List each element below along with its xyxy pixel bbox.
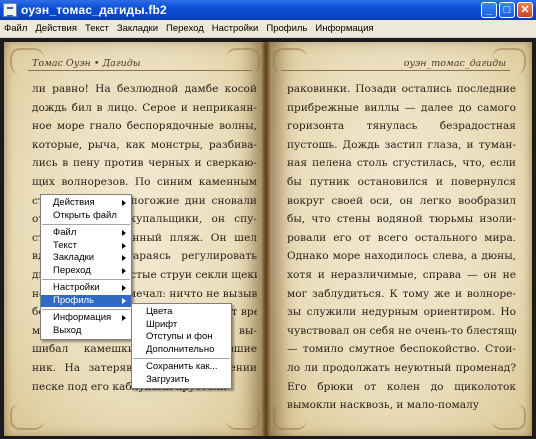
context-menu-item[interactable]: Открыть файл (41, 210, 131, 223)
context-menu-item[interactable]: Выход (41, 325, 131, 338)
context-menu-item[interactable]: Переход (41, 265, 131, 278)
submenu-arrow-icon (122, 315, 126, 321)
menu-text[interactable]: Текст (81, 23, 113, 34)
submenu-arrow-icon (122, 200, 126, 206)
text-line: которые, рыча, как монстры, разбива- (32, 138, 257, 151)
context-menu-item[interactable]: Закладки (41, 252, 131, 265)
corner-ornament (10, 404, 44, 430)
context-menu-item[interactable]: Профиль (41, 294, 131, 307)
text-line: ли равно! На безлюдной дамбе косой (32, 83, 257, 95)
window-controls: _ □ ✕ (481, 2, 533, 18)
menu-item-label: Настройки (53, 282, 100, 293)
menu-bar: Файл Действия Текст Закладки Переход Нас… (0, 20, 536, 38)
text-line: вокруг своей оси, он легко вообразил (287, 194, 516, 207)
menu-item-label: Профиль (53, 294, 95, 306)
menu-separator (133, 358, 230, 359)
text-line: хотя и неразличимые, справа — он не (287, 268, 516, 281)
maximize-button[interactable]: □ (499, 2, 515, 18)
submenu-arrow-icon (122, 285, 126, 291)
context-menu-item[interactable]: Файл (41, 227, 131, 240)
menu-separator (42, 224, 130, 225)
menu-item-label: Переход (53, 264, 91, 276)
menu-item-label: Выход (53, 324, 82, 336)
menu-info[interactable]: Информация (311, 23, 377, 34)
title-bar: оуэн_томас_дагиды.fb2 _ □ ✕ (0, 0, 536, 20)
running-head: оуэн_томас_дагиды (403, 58, 506, 69)
text-line: — томило смутное беспокойство. Стои- (287, 343, 516, 356)
submenu-arrow-icon (122, 242, 126, 249)
menu-item-label: Закладки (53, 252, 95, 263)
text-line: прибрежные виллы — далее до самого (287, 101, 516, 114)
text-line: зы служили недурным ориентиром. Но (287, 306, 516, 319)
page-text: раковинки. Позади остались последние приб… (287, 80, 516, 415)
submenu-arrow-icon (122, 255, 126, 261)
text-line: щих волнорезов. По синим каменным (32, 175, 257, 188)
text-line: лись в пену против черных и сверкаю- (32, 157, 257, 170)
window-title: оуэн_томас_дагиды.fb2 (21, 3, 167, 17)
submenu-arrow-icon (122, 297, 126, 304)
profile-submenu-item[interactable]: Загрузить (132, 374, 231, 387)
menu-file[interactable]: Файл (0, 23, 31, 34)
menu-separator (42, 279, 130, 280)
menu-settings[interactable]: Настройки (208, 23, 263, 34)
menu-item-label: Открыть файл (53, 209, 117, 221)
text-line: Его брюки от колен до щиколоток (287, 380, 516, 393)
menu-actions[interactable]: Действия (31, 23, 81, 34)
menu-item-label: Действия (53, 197, 95, 208)
text-line: ная пелена столь сгустилась, что, если (287, 157, 516, 170)
header-rule (281, 70, 510, 71)
text-line: горизонта тянулась безрадостная (287, 120, 516, 133)
text-line: Однако море находилось слева, а дюны, (287, 250, 516, 263)
minimize-button[interactable]: _ (481, 2, 497, 18)
context-menu-item[interactable]: Текст (41, 240, 131, 253)
menu-bookmarks[interactable]: Закладки (113, 23, 162, 34)
submenu-arrow-icon (122, 267, 126, 274)
corner-ornament (226, 404, 260, 430)
text-line: ло ли продолжать неуютный променад? (287, 361, 516, 374)
profile-submenu-item[interactable]: Сохранить как... (132, 361, 231, 374)
context-menu-item[interactable]: Действия (41, 197, 131, 210)
menu-item-label: Текст (53, 239, 77, 251)
text-line: пустошь. Дождь застил глаза, и туман- (287, 138, 516, 151)
right-page[interactable]: оуэн_томас_дагиды раковинки. Позади оста… (267, 42, 532, 436)
close-button[interactable]: ✕ (517, 2, 533, 18)
profile-submenu: Цвета Шрифт Отступы и фон Дополнительно Сохр… (131, 303, 232, 389)
context-menu-item[interactable]: Информация (41, 312, 131, 325)
profile-submenu-item[interactable]: Отступы и фон (132, 331, 231, 344)
text-line: ное море гнало беспорядочные волны, (32, 120, 257, 133)
menu-separator (42, 309, 130, 310)
text-line: ровали его от всего остального мира. (287, 231, 516, 244)
running-head: Томас Оуэн • Дагиды (32, 58, 141, 69)
profile-submenu-item[interactable]: Цвета (132, 306, 231, 319)
menu-navigate[interactable]: Переход (162, 23, 208, 34)
profile-submenu-item[interactable]: Шрифт (132, 319, 231, 332)
text-line: мог заблудиться. К тому же и волноре- (287, 287, 516, 300)
submenu-arrow-icon (122, 230, 126, 236)
app-icon (3, 3, 17, 17)
menu-profile[interactable]: Профиль (262, 23, 311, 34)
profile-submenu-item[interactable]: Дополнительно (132, 344, 231, 357)
text-line: раковинки. Позади остались последние (287, 83, 516, 95)
text-line: вымокли насквозь, и мало-помалу (287, 399, 479, 412)
text-line: чувствовал он себя не очень-то блестяще (287, 324, 516, 337)
context-menu: Действия Открыть файл Файл Текст Закладки Пер… (40, 194, 132, 340)
context-menu-item[interactable]: Настройки (41, 282, 131, 295)
book-spine (262, 42, 270, 436)
header-rule (28, 70, 252, 71)
text-line: дождь бил в лицо. Серое и неприкаян- (32, 101, 257, 114)
menu-item-label: Файл (53, 227, 77, 238)
text-line: бы путник остановился и повернулся (287, 175, 516, 188)
menu-item-label: Информация (53, 312, 112, 323)
text-line: бы, что стены водяной тюрьмы изоли- (287, 213, 516, 226)
